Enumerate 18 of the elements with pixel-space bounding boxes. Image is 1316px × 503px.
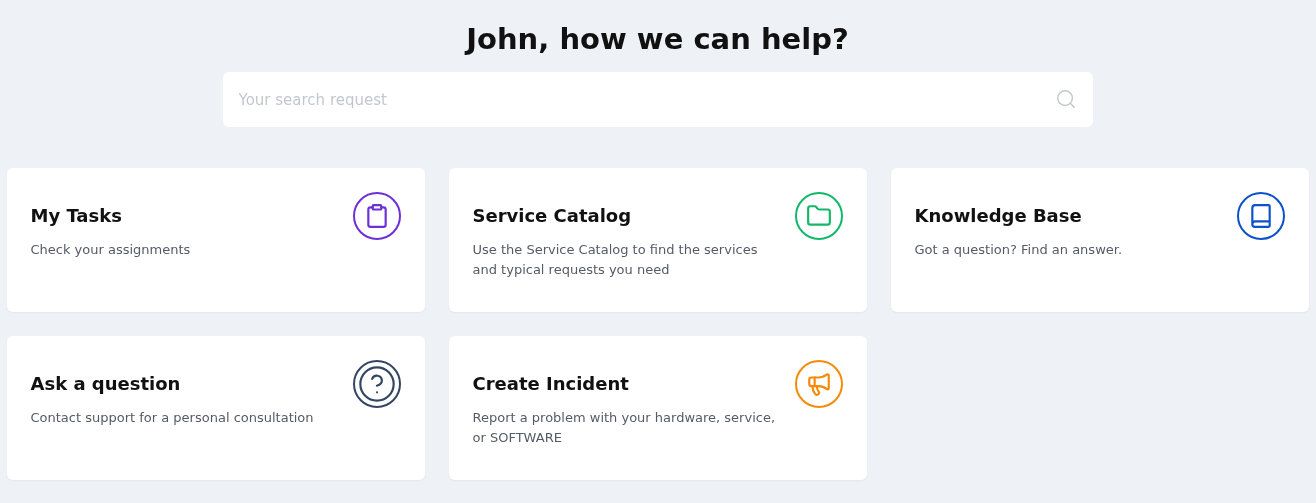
card-description: Use the Service Catalog to find the services and typical requests you need	[472, 241, 759, 279]
card-description: Contact support for a personal consultation	[30, 409, 315, 427]
card-title: Ask a question	[30, 373, 182, 394]
card-description: Check your assignments	[30, 241, 192, 259]
page-heading: John, how we can help?	[466, 22, 849, 56]
service-card[interactable]: Service Catalog Use the Service Catalog to find the services and typical requests you need	[448, 168, 867, 312]
service-card[interactable]: My Tasks Check your assignments	[6, 168, 425, 312]
card-title: My Tasks	[30, 205, 123, 226]
search-field[interactable]: Your search request	[222, 72, 1093, 127]
card-title: Service Catalog	[472, 205, 633, 226]
service-card[interactable]: Knowledge Base Got a question? Find an answer.	[890, 168, 1309, 312]
card-description: Got a question? Find an answer.	[914, 241, 1124, 259]
service-card[interactable]: Create Incident Report a problem with your hardware, service, or SOFTWARE	[448, 336, 867, 480]
card-title: Create Incident	[472, 373, 630, 394]
card-title: Knowledge Base	[914, 205, 1083, 226]
service-card[interactable]: Ask a question Contact support for a personal consultation	[6, 336, 425, 480]
card-description: Report a problem with your hardware, service, or SOFTWARE	[472, 409, 777, 447]
search-icon[interactable]	[1054, 88, 1077, 110]
